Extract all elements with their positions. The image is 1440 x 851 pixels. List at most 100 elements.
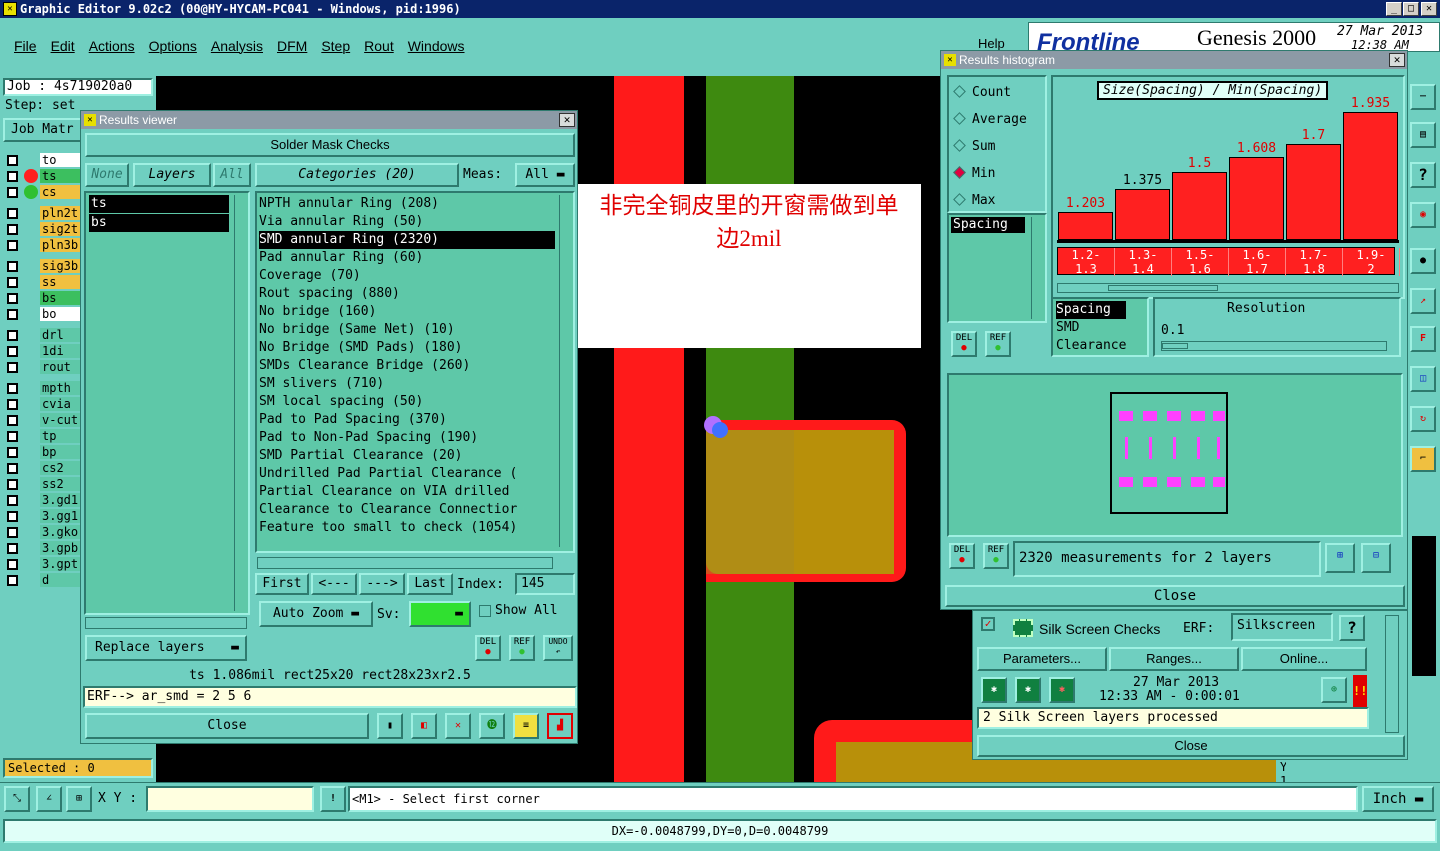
histogram-close-button[interactable]: Close: [945, 585, 1405, 607]
layer-checkbox[interactable]: [7, 223, 18, 235]
category-item[interactable]: No bridge (Same Net) (10): [259, 321, 555, 339]
layer-checkbox[interactable]: [7, 526, 18, 538]
layers-none-button[interactable]: None: [85, 163, 129, 187]
category-item[interactable]: Clearance to Clearance Connectior: [259, 501, 555, 519]
result-layer-item[interactable]: bs: [89, 214, 229, 232]
value-list-scrollbar[interactable]: [1031, 217, 1043, 319]
category-hscroll[interactable]: [257, 557, 553, 569]
menu-edit[interactable]: Edit: [51, 38, 75, 54]
online-button[interactable]: Online...: [1241, 647, 1367, 671]
category-item[interactable]: Pad to Non-Pad Spacing (190): [259, 429, 555, 447]
last-button[interactable]: Last: [407, 573, 453, 595]
report-icon[interactable]: ≡: [513, 713, 539, 739]
category-item[interactable]: SM slivers (710): [259, 375, 555, 393]
value-list[interactable]: Spacing: [947, 213, 1047, 323]
next-button[interactable]: --->: [359, 573, 405, 595]
category-item[interactable]: No Bridge (SMD Pads) (180): [259, 339, 555, 357]
category-item[interactable]: Undrilled Pad Partial Clearance (: [259, 465, 555, 483]
menu-dfm[interactable]: DFM: [277, 38, 307, 54]
silk-help-icon[interactable]: ?: [1339, 615, 1365, 641]
layer-checkbox[interactable]: [7, 430, 18, 442]
category-scrollbar[interactable]: [559, 195, 571, 547]
histogram-close-x[interactable]: ✕: [1389, 53, 1405, 67]
layer-checkbox[interactable]: [7, 414, 18, 426]
histogram-bar[interactable]: [1115, 189, 1170, 240]
results-viewer-close-button[interactable]: Close: [85, 713, 369, 739]
layer-checkbox[interactable]: [7, 574, 18, 586]
layer-checkbox[interactable]: [7, 361, 18, 373]
mode-radio-min[interactable]: Min: [953, 162, 1027, 189]
maximize-button[interactable]: □: [1403, 2, 1419, 16]
run-icon-3[interactable]: ✱: [1049, 677, 1075, 703]
attribute-item[interactable]: Spacing: [1056, 301, 1127, 319]
help-icon[interactable]: ?: [1410, 162, 1436, 188]
sv-select[interactable]: ▬: [409, 601, 471, 627]
histogram-bar[interactable]: [1343, 112, 1398, 240]
layer-list-scrollbar[interactable]: [234, 195, 246, 611]
chart-hscroll[interactable]: [1057, 283, 1399, 293]
layer-checkbox[interactable]: [7, 398, 18, 410]
layers-all-button[interactable]: All: [213, 163, 251, 187]
category-item[interactable]: Coverage (70): [259, 267, 555, 285]
layer-checkbox[interactable]: [7, 382, 18, 394]
undo-button[interactable]: UNDO ↶: [543, 635, 573, 661]
index-input[interactable]: 145: [515, 573, 575, 595]
category-item[interactable]: Rout spacing (880): [259, 285, 555, 303]
layer-checkbox[interactable]: [7, 186, 18, 198]
category-list[interactable]: NPTH annular Ring (208) Via annular Ring …: [255, 191, 575, 553]
exclaim-icon[interactable]: !: [320, 786, 346, 812]
minimize-button[interactable]: _: [1386, 2, 1402, 16]
parameters-button[interactable]: Parameters...: [977, 647, 1107, 671]
value-list-item[interactable]: Spacing: [951, 217, 1025, 233]
layers-button[interactable]: Layers: [133, 163, 211, 187]
grid-icon[interactable]: ⊞: [66, 786, 92, 812]
layer-list[interactable]: ts bs: [84, 191, 250, 615]
angle-icon[interactable]: ∠: [36, 786, 62, 812]
hist-del-button[interactable]: DEL ●: [951, 331, 977, 357]
layer-checkbox[interactable]: [7, 260, 18, 272]
category-item[interactable]: SMD annular Ring (2320): [259, 231, 555, 249]
show-all-checkbox[interactable]: [479, 605, 491, 617]
histogram-bar[interactable]: [1058, 212, 1113, 240]
layer-checkbox[interactable]: [7, 292, 18, 304]
zoom-out-icon[interactable]: ⊟: [1361, 543, 1391, 573]
preview-ref-button[interactable]: REF ●: [983, 543, 1009, 569]
menu-actions[interactable]: Actions: [89, 38, 135, 54]
record-icon[interactable]: ◉: [1410, 202, 1436, 228]
run-icon-1[interactable]: ✱: [981, 677, 1007, 703]
first-button[interactable]: First: [255, 573, 309, 595]
del-button[interactable]: DEL ●: [475, 635, 501, 661]
mode-radio-max[interactable]: Max: [953, 189, 1027, 216]
layer-checkbox[interactable]: [7, 558, 18, 570]
attribute-list[interactable]: Spacing SMD Clearance: [1051, 297, 1149, 357]
histogram-bar[interactable]: [1172, 172, 1227, 240]
layer-checkbox[interactable]: [7, 329, 18, 341]
arc-icon[interactable]: ↻: [1410, 406, 1436, 432]
cursor-icon[interactable]: ↗: [1410, 288, 1436, 314]
silk-erf-value[interactable]: Silkscreen: [1231, 613, 1333, 641]
layer-checkbox[interactable]: [7, 542, 18, 554]
toolbar-icon-1[interactable]: ⋯: [1410, 84, 1436, 110]
category-item[interactable]: Pad to Pad Spacing (370): [259, 411, 555, 429]
category-item[interactable]: SMD Partial Clearance (20): [259, 447, 555, 465]
meas-select[interactable]: All ▬: [515, 163, 575, 187]
attribute-item[interactable]: Clearance: [1056, 337, 1126, 355]
hist-ref-button[interactable]: REF ●: [985, 331, 1011, 357]
result-layer-item[interactable]: ts: [89, 195, 229, 213]
menu-analysis[interactable]: Analysis: [211, 38, 263, 54]
layer-checkbox[interactable]: [7, 239, 18, 251]
layer-checkbox[interactable]: [7, 154, 18, 166]
category-item[interactable]: Partial Clearance on VIA drilled: [259, 483, 555, 501]
resolution-slider[interactable]: [1161, 341, 1387, 351]
zoom-icon[interactable]: ▮: [377, 713, 403, 739]
solder-mask-checks-header[interactable]: Solder Mask Checks: [85, 133, 575, 157]
ranges-button[interactable]: Ranges...: [1109, 647, 1239, 671]
menu-rout[interactable]: Rout: [364, 38, 394, 54]
silk-close-button[interactable]: Close: [977, 735, 1405, 757]
mode-radio-average[interactable]: Average: [953, 108, 1027, 135]
histogram-icon[interactable]: ▟: [547, 713, 573, 739]
help-menu[interactable]: Help: [978, 36, 1005, 51]
menu-step[interactable]: Step: [321, 38, 350, 54]
category-item[interactable]: Feature too small to check (1054): [259, 519, 555, 537]
mode-radio-sum[interactable]: Sum: [953, 135, 1027, 162]
